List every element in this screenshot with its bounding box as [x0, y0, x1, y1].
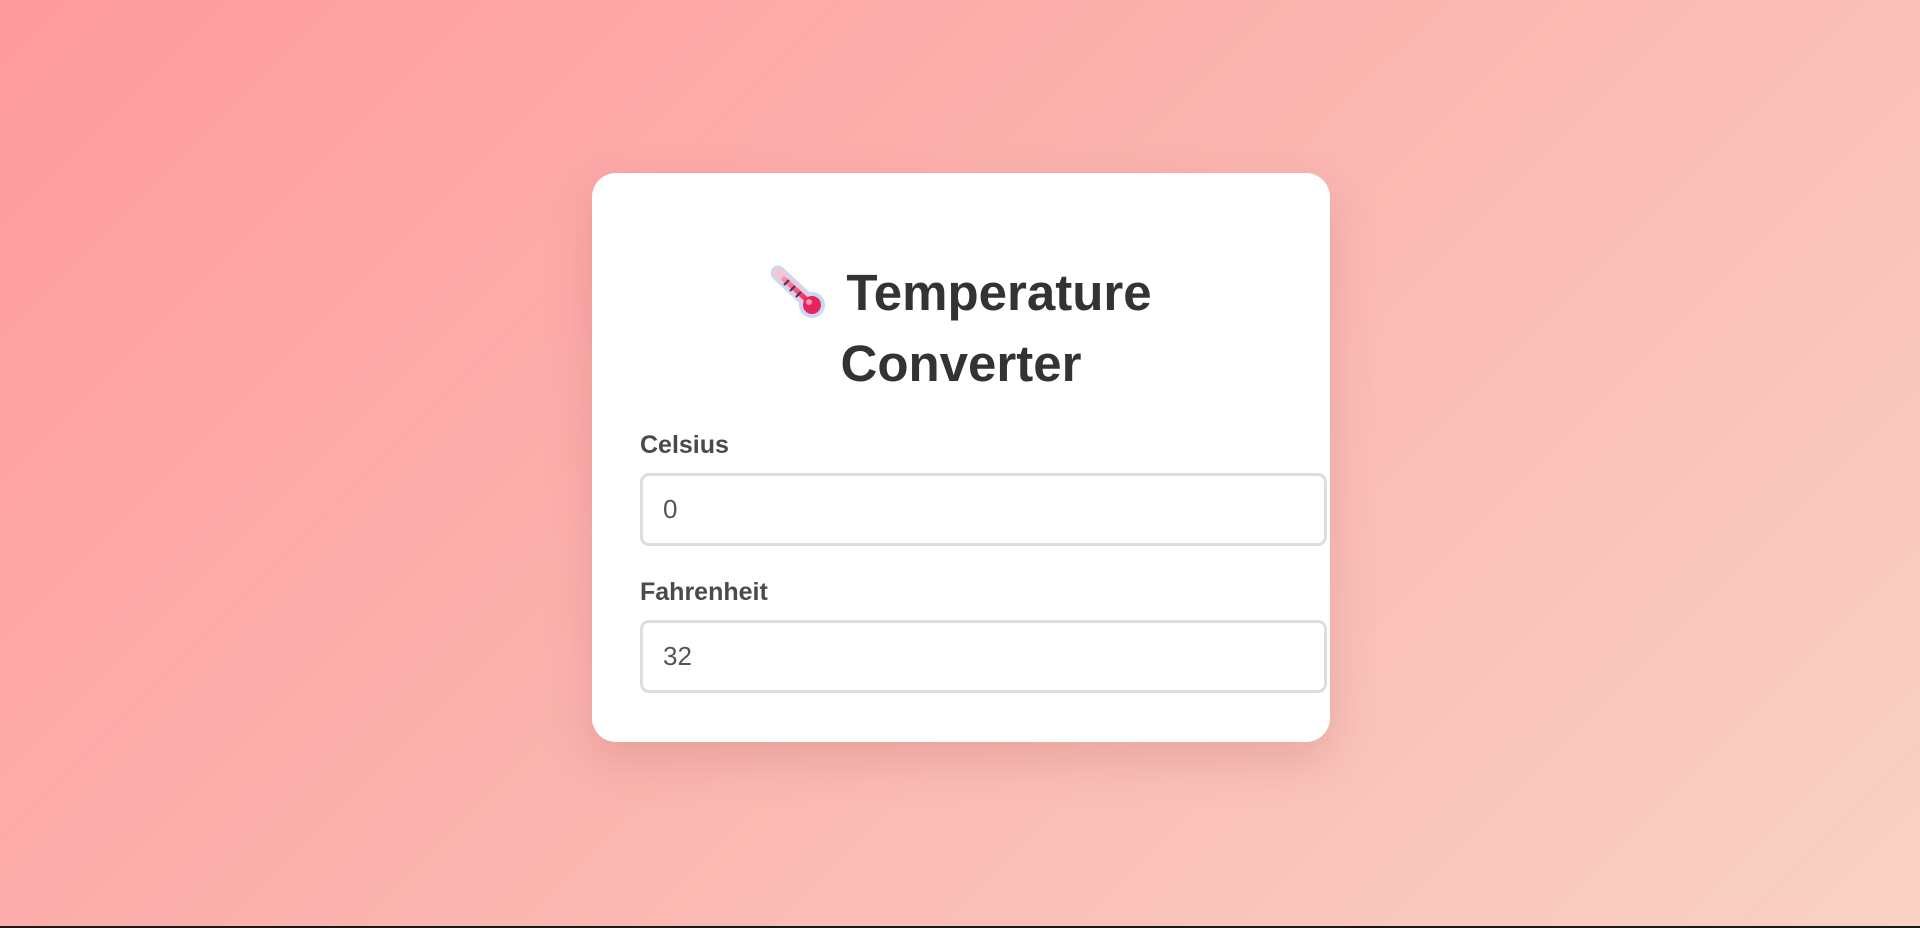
title-line-1: Temperature: [770, 263, 1152, 323]
title-line-2: Converter: [840, 335, 1082, 392]
title-text-1: Temperature: [846, 264, 1152, 321]
converter-card: Temperature Converter Celsius Fahrenheit: [592, 173, 1330, 742]
fahrenheit-input[interactable]: [640, 620, 1327, 693]
celsius-input[interactable]: [640, 473, 1327, 546]
celsius-label: Celsius: [640, 431, 729, 459]
page-title: Temperature Converter: [592, 263, 1330, 394]
fahrenheit-label: Fahrenheit: [640, 578, 768, 606]
thermometer-icon: [770, 265, 828, 321]
